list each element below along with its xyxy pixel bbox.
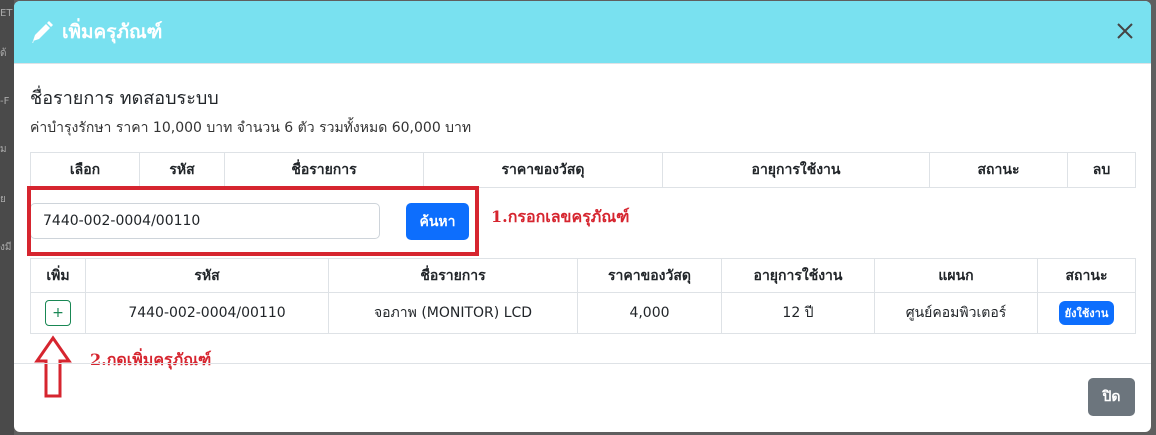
- background-text: ย: [0, 194, 6, 205]
- modal-header: เพิ่มครุภัณฑ์: [14, 1, 1151, 64]
- column-header: รหัส: [85, 258, 329, 293]
- plus-icon: +: [52, 305, 64, 321]
- code-cell: 7440-002-0004/00110: [85, 292, 329, 334]
- close-icon[interactable]: [1113, 19, 1137, 43]
- column-header: อายุการใช้งาน: [662, 152, 930, 188]
- pencil-icon: [32, 21, 53, 43]
- lifetime-cell: 12 ปี: [721, 292, 875, 334]
- column-header: เลือก: [30, 152, 140, 188]
- column-header: ชื่อรายการ: [328, 258, 578, 293]
- column-header: ลบ: [1067, 152, 1136, 188]
- item-summary: ค่าบำรุงรักษา ราคา 10,000 บาท จำนวน 6 ตั…: [30, 120, 472, 136]
- column-header: อายุการใช้งาน: [721, 258, 875, 293]
- add-equipment-button[interactable]: +: [45, 300, 71, 326]
- table-row: + 7440-002-0004/00110 จอภาพ (MONITOR) LC…: [30, 292, 1136, 334]
- modal-title-text: เพิ่มครุภัณฑ์: [62, 21, 163, 43]
- annotation-step1: 1.กรอกเลขครุภัณฑ์: [491, 207, 630, 226]
- background-text: ET: [0, 8, 13, 19]
- column-header: ชื่อรายการ: [224, 152, 424, 188]
- name-cell: จอภาพ (MONITOR) LCD: [328, 292, 578, 334]
- annotation-step2: 2.กดเพิ่มครุภัณฑ์: [90, 350, 212, 369]
- background-page: ET ด้ -F ม ย งมี: [0, 0, 14, 435]
- column-header: สถานะ: [929, 152, 1068, 188]
- column-header: ราคาของวัสดุ: [577, 258, 722, 293]
- table-header-row: เลือก รหัส ชื่อรายการ ราคาของวัสดุ อายุก…: [30, 152, 1136, 188]
- table-header-row: เพิ่ม รหัส ชื่อรายการ ราคาของวัสดุ อายุก…: [30, 258, 1136, 293]
- column-header: แผนก: [874, 258, 1038, 293]
- status-cell: ยังใช้งาน: [1037, 292, 1136, 334]
- background-text: -F: [0, 96, 10, 107]
- selected-equipment-table: เลือก รหัส ชื่อรายการ ราคาของวัสดุ อายุก…: [30, 152, 1136, 188]
- modal-title: เพิ่มครุภัณฑ์: [30, 17, 162, 47]
- close-button[interactable]: ปิด: [1088, 378, 1135, 416]
- background-text: ม: [0, 144, 7, 155]
- item-title: ชื่อรายการ ทดสอบระบบ: [30, 88, 219, 109]
- column-header: รหัส: [139, 152, 225, 188]
- search-button[interactable]: ค้นหา: [406, 203, 469, 240]
- column-header: สถานะ: [1037, 258, 1136, 293]
- column-header: เพิ่ม: [30, 258, 86, 293]
- add-cell: +: [30, 292, 86, 334]
- arrow-up-icon: [34, 335, 72, 398]
- modal-footer-divider: [14, 363, 1151, 364]
- background-text: งมี: [0, 242, 12, 253]
- status-badge: ยังใช้งาน: [1058, 301, 1115, 325]
- equipment-code-input[interactable]: [30, 203, 380, 239]
- search-results-table: เพิ่ม รหัส ชื่อรายการ ราคาของวัสดุ อายุก…: [30, 258, 1136, 334]
- add-equipment-modal: เพิ่มครุภัณฑ์ ชื่อรายการ ทดสอบระบบ ค่าบำ…: [14, 1, 1151, 432]
- column-header: ราคาของวัสดุ: [423, 152, 663, 188]
- price-cell: 4,000: [577, 292, 722, 334]
- department-cell: ศูนย์คอมพิวเตอร์: [874, 292, 1038, 334]
- background-text: ด้: [0, 48, 7, 59]
